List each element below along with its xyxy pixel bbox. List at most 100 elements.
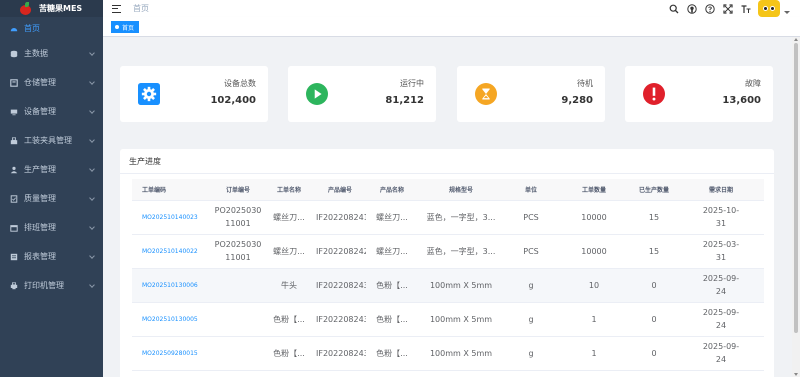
sidebar-item-label: 打印机管理 [24, 281, 64, 290]
sidebar-item-home[interactable]: 首页 [0, 17, 103, 39]
active-dot-icon [115, 25, 119, 29]
stat-label: 运行中 [400, 79, 424, 88]
user-avatar[interactable] [758, 0, 780, 17]
play-icon [305, 82, 329, 106]
work-order-code-link[interactable]: MO202510130005 [132, 302, 212, 337]
table-cell: g [504, 302, 558, 337]
sidebar-item-label: 设备管理 [24, 107, 56, 116]
table-cell: 色粉【... [264, 336, 314, 371]
sidebar-item-production[interactable]: 生产管理 [0, 155, 103, 184]
warehouse-icon [9, 78, 18, 87]
sidebar-item-master-data[interactable]: 主数据 [0, 39, 103, 68]
table-cell: 2025-10-31 [678, 200, 764, 235]
column-header[interactable]: 单位 [504, 179, 558, 201]
sidebar-item-label: 仓储管理 [24, 78, 56, 87]
sidebar-menu: 首页 主数据 仓储管理 设备管理 工装夹具管理 生产管理 质量管理 排班管理 报… [0, 17, 103, 300]
table-row[interactable]: MO202510130006 牛头 IF2022082437 色粉【... 10… [132, 268, 764, 303]
sidebar-item-label: 工装夹具管理 [24, 136, 72, 145]
sidebar-item-warehouse[interactable]: 仓储管理 [0, 68, 103, 97]
stat-label: 设备总数 [224, 79, 256, 88]
table-row[interactable]: MO202510140023 PO202503011001 螺丝刀... IF2… [132, 200, 764, 235]
chevron-down-icon [89, 79, 95, 85]
table-cell: PCS [504, 200, 558, 235]
help-icon[interactable] [704, 3, 715, 14]
database-icon [9, 49, 18, 58]
table-cell: PCS [504, 234, 558, 269]
search-icon[interactable] [668, 3, 679, 14]
table-cell: 2025-09-24 [678, 336, 764, 371]
table-cell: 15 [630, 200, 678, 235]
stat-label: 故障 [745, 79, 761, 88]
device-icon [9, 107, 18, 116]
scroll-up-icon[interactable] [794, 38, 798, 41]
stat-card-total-devices[interactable]: 设备总数 102,400 [120, 66, 268, 122]
table-row[interactable]: MO202510140022 PO202503011001 螺丝刀... IF2… [132, 234, 764, 269]
stat-value: 81,212 [385, 95, 424, 106]
report-icon [9, 252, 18, 261]
work-order-code-link[interactable]: MO202509280015 [132, 336, 212, 371]
table-row[interactable]: MO202510130005 色粉【... IF2022082437 色粉【..… [132, 302, 764, 337]
table-cell: 色粉【... [366, 268, 418, 303]
table-cell: 10000 [558, 234, 630, 269]
table-cell: 螺丝刀... [366, 234, 418, 269]
column-header[interactable]: 工单名称 [264, 179, 314, 201]
font-size-icon[interactable] [740, 3, 751, 14]
chevron-down-icon [89, 137, 95, 143]
fullscreen-icon[interactable] [722, 3, 733, 14]
work-order-code-link[interactable]: MO202510130006 [132, 268, 212, 303]
app-logo[interactable]: 苦糖果MES [0, 0, 103, 17]
app-title: 苦糖果MES [39, 4, 83, 13]
work-order-code-link[interactable]: MO202510140022 [132, 234, 212, 269]
table-cell: 10 [558, 268, 630, 303]
table-cell: PO202503011001 [212, 234, 264, 269]
column-header[interactable]: 规格型号 [418, 179, 504, 201]
stat-card-fault[interactable]: 故障 13,600 [625, 66, 773, 122]
divider [120, 173, 774, 174]
page-scrollbar[interactable] [792, 37, 800, 377]
column-header[interactable]: 已生产数量 [630, 179, 678, 201]
sidebar: 苦糖果MES 首页 主数据 仓储管理 设备管理 工装夹具管理 生产管理 质量管理… [0, 0, 103, 377]
stat-label: 待机 [577, 79, 593, 88]
column-header[interactable]: 产品名称 [366, 179, 418, 201]
table-header-row: 工单编码 订单编号 工单名称 产品编号 产品名称 规格型号 单位 工单数量 已生… [132, 179, 764, 201]
work-order-code-link[interactable]: MO202510140023 [132, 200, 212, 235]
chevron-down-icon [89, 195, 95, 201]
tool-icon [9, 136, 18, 145]
sidebar-item-tooling[interactable]: 工装夹具管理 [0, 126, 103, 155]
column-header[interactable]: 产品编号 [314, 179, 366, 201]
table-cell [212, 302, 264, 337]
tag-home[interactable]: 首页 [111, 21, 140, 33]
production-table-wrapper: 工单编码 订单编号 工单名称 产品编号 产品名称 规格型号 单位 工单数量 已生… [132, 179, 764, 371]
scrollbar-thumb[interactable] [794, 43, 798, 333]
column-header[interactable]: 需求日期 [678, 179, 764, 201]
caret-down-icon[interactable] [784, 11, 790, 14]
hamburger-menu-icon[interactable] [112, 4, 121, 13]
sidebar-item-report[interactable]: 报表管理 [0, 242, 103, 271]
production-progress-panel: 生产进度 工单编码 订单编号 工单名称 产品编号 产品名称 规格型号 单位 工单… [120, 149, 774, 377]
chevron-down-icon [89, 282, 95, 288]
column-header[interactable]: 工单数量 [558, 179, 630, 201]
table-cell: 色粉【... [264, 302, 314, 337]
table-cell [212, 268, 264, 303]
stat-card-standby[interactable]: 待机 9,280 [457, 66, 605, 122]
column-header[interactable]: 工单编码 [132, 179, 212, 201]
column-header[interactable]: 订单编号 [212, 179, 264, 201]
stat-value: 13,600 [722, 95, 761, 106]
sidebar-item-device[interactable]: 设备管理 [0, 97, 103, 126]
apple-logo-icon [19, 1, 33, 16]
sidebar-item-printer[interactable]: 打印机管理 [0, 271, 103, 300]
chevron-down-icon [89, 224, 95, 230]
table-cell: IF2022082437 [314, 302, 366, 337]
table-cell: 色粉【... [366, 336, 418, 371]
sidebar-item-schedule[interactable]: 排班管理 [0, 213, 103, 242]
table-cell: 蓝色，一字型，3... [418, 200, 504, 235]
table-cell: 0 [630, 336, 678, 371]
breadcrumb: 首页 [133, 4, 149, 13]
github-icon[interactable] [686, 3, 697, 14]
scroll-down-icon[interactable] [794, 373, 798, 376]
sidebar-item-quality[interactable]: 质量管理 [0, 184, 103, 213]
production-icon [9, 165, 18, 174]
stat-card-running[interactable]: 运行中 81,212 [288, 66, 436, 122]
table-row[interactable]: MO202509280015 色粉【... IF2022082437 色粉【..… [132, 336, 764, 371]
table-cell: 100mm X 5mm [418, 302, 504, 337]
